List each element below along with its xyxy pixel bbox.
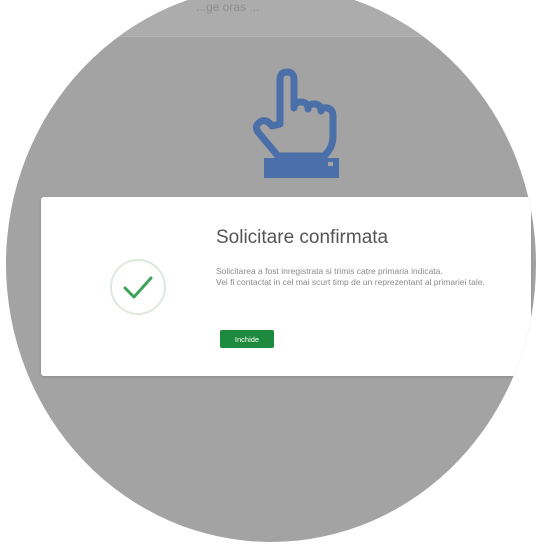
confirmation-modal: Solicitare confirmata Solicitarea a fost…: [41, 197, 531, 376]
overlay-backdrop: ...ge oras ... Solicitare confirmata Sol…: [6, 0, 536, 542]
modal-message-line2: Vei fi contactat in cel mai scurt timp d…: [216, 277, 485, 287]
modal-message-line1: Solicitarea a fost inregistrata si trimi…: [216, 266, 443, 276]
checkmark-circle-icon: [108, 257, 168, 317]
modal-title: Solicitare confirmata: [216, 227, 389, 248]
search-bar: ...ge oras ...: [6, 0, 536, 37]
search-placeholder: ...ge oras ...: [196, 0, 260, 14]
modal-message: Solicitarea a fost inregistrata si trimi…: [216, 266, 486, 288]
close-button[interactable]: Inchide: [220, 330, 274, 348]
pointing-hand-icon: [236, 68, 346, 178]
